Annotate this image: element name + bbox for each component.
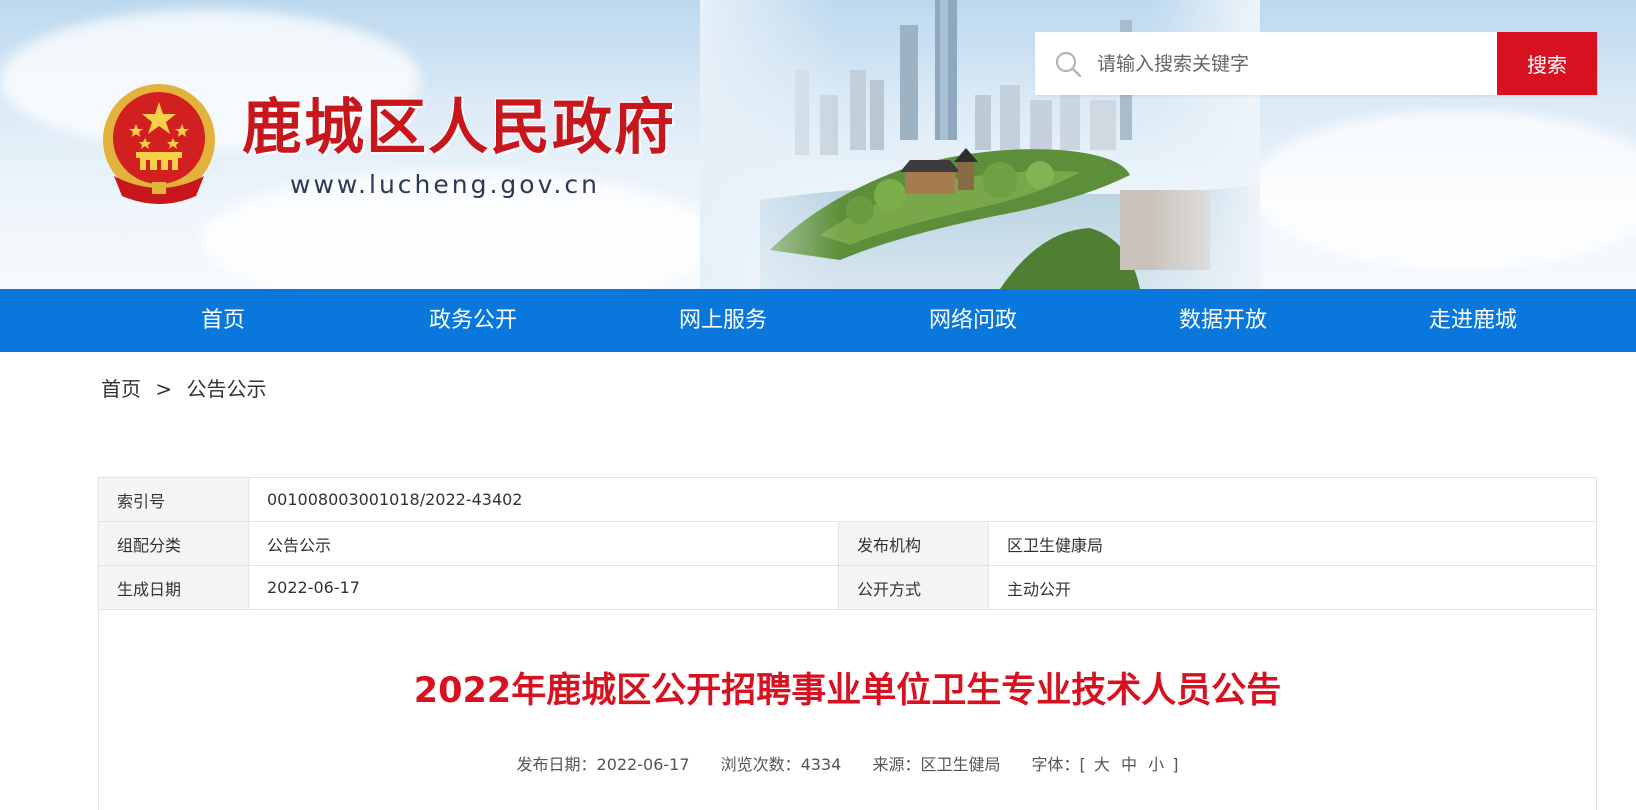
article-content: 2022年鹿城区公开招聘事业单位卫生专业技术人员公告 发布日期：2022-06-… (98, 610, 1597, 810)
cloud-decoration (1250, 110, 1636, 270)
table-row: 索引号 001008003001018/2022-43402 (98, 477, 1597, 522)
index-number-label: 索引号 (98, 477, 249, 522)
site-logo[interactable]: 鹿城区人民政府 www.lucheng.gov.cn (100, 80, 676, 208)
nav-item-government-affairs[interactable]: 政务公开 (348, 289, 598, 352)
nav-item-home[interactable]: 首页 (98, 289, 348, 352)
search-bar: 搜索 (1035, 32, 1597, 95)
header-banner: 鹿城区人民政府 www.lucheng.gov.cn 搜索 (0, 0, 1636, 289)
publisher-label: 发布机构 (838, 521, 989, 566)
breadcrumb-home-link[interactable]: 首页 (101, 373, 141, 402)
generated-date-label: 生成日期 (98, 565, 249, 610)
table-row: 生成日期 2022-06-17 公开方式 主动公开 (98, 565, 1597, 610)
national-emblem-icon (103, 84, 215, 204)
main-nav: 首页 政务公开 网上服务 网络问政 数据开放 走进鹿城 (0, 289, 1636, 352)
breadcrumb: 首页 > 公告公示 (101, 373, 266, 402)
article-source: 来源：区卫生健局 (872, 755, 1001, 774)
category-value: 公告公示 (248, 521, 839, 566)
search-input[interactable] (1097, 32, 1497, 95)
view-count: 浏览次数：4334 (720, 755, 842, 774)
font-size-medium-link[interactable]: 中 (1121, 755, 1137, 774)
nav-item-online-services[interactable]: 网上服务 (598, 289, 848, 352)
index-number-value: 001008003001018/2022-43402 (248, 477, 1597, 522)
nav-item-online-inquiry[interactable]: 网络问政 (848, 289, 1098, 352)
nav-item-open-data[interactable]: 数据开放 (1098, 289, 1348, 352)
document-meta-table: 索引号 001008003001018/2022-43402 组配分类 公告公示… (98, 477, 1597, 610)
breadcrumb-current-link[interactable]: 公告公示 (186, 373, 266, 402)
publish-date: 发布日期：2022-06-17 (516, 755, 690, 774)
category-label: 组配分类 (98, 521, 249, 566)
disclosure-mode-value: 主动公开 (988, 565, 1597, 610)
publisher-value: 区卫生健康局 (988, 521, 1597, 566)
font-size-control: 字体：[ 大 中 小 ] (1032, 751, 1179, 775)
font-size-large-link[interactable]: 大 (1094, 755, 1110, 774)
search-icon (1055, 51, 1082, 77)
article-info-bar: 发布日期：2022-06-17 浏览次数：4334 来源：区卫生健局 字体：[ … (99, 751, 1596, 775)
font-size-small-link[interactable]: 小 (1148, 755, 1164, 774)
generated-date-value: 2022-06-17 (248, 565, 839, 610)
table-row: 组配分类 公告公示 发布机构 区卫生健康局 (98, 521, 1597, 566)
search-button[interactable]: 搜索 (1497, 32, 1597, 95)
font-size-close-bracket: ] (1172, 755, 1179, 774)
article-title: 2022年鹿城区公开招聘事业单位卫生专业技术人员公告 (413, 671, 1282, 711)
breadcrumb-separator: > (155, 377, 173, 401)
nav-item-about-lucheng[interactable]: 走进鹿城 (1348, 289, 1598, 352)
font-size-label: 字体：[ (1031, 755, 1086, 774)
site-title: 鹿城区人民政府 (242, 92, 676, 163)
site-url: www.lucheng.gov.cn (290, 169, 600, 199)
disclosure-mode-label: 公开方式 (838, 565, 989, 610)
